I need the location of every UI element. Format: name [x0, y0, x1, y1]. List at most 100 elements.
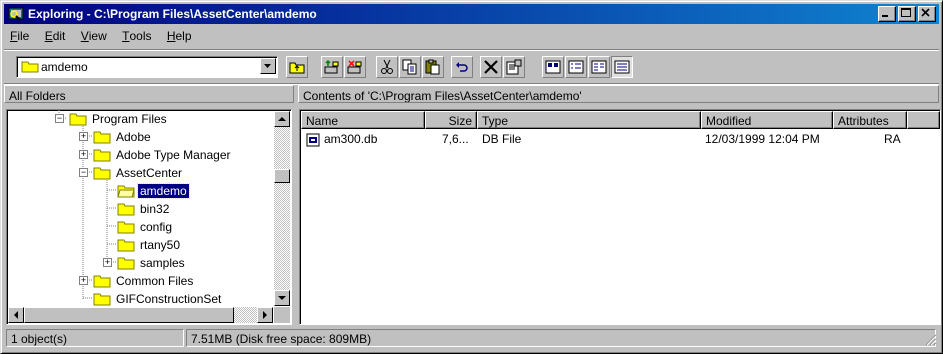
up-one-level-button[interactable]	[286, 56, 308, 78]
menu-file[interactable]: File	[4, 26, 35, 43]
tree-item-gifconstructionset[interactable]: GIFConstructionSet	[93, 290, 223, 308]
address-combo[interactable]: amdemo	[16, 56, 278, 78]
properties-icon	[506, 59, 522, 75]
details-view-button[interactable]	[611, 56, 633, 78]
folder-icon	[117, 203, 135, 216]
small-icons-button[interactable]	[565, 56, 587, 78]
disconnect-drive-button[interactable]	[344, 56, 366, 78]
file-list[interactable]: Name Size Type Modified Attributes am300…	[299, 109, 941, 325]
delete-icon	[484, 60, 498, 74]
cut-button[interactable]	[376, 56, 398, 78]
column-type[interactable]: Type	[477, 111, 701, 129]
tree-vertical-scrollbar[interactable]	[274, 111, 290, 306]
folder-open-icon	[117, 185, 135, 198]
menu-edit[interactable]: Edit	[39, 26, 72, 43]
file-modified: 12/03/1999 12:04 PM	[705, 132, 820, 146]
folder-icon	[117, 221, 135, 234]
explorer-window: Exploring - C:\Program Files\AssetCenter…	[0, 0, 943, 354]
scroll-corner	[274, 307, 290, 323]
cut-icon	[381, 59, 393, 74]
paste-icon	[425, 59, 440, 75]
menu-bar: File Edit View Tools Help	[4, 26, 939, 46]
minimize-icon	[882, 15, 888, 17]
status-object-count: 1 object(s)	[6, 329, 184, 347]
maximize-icon	[901, 8, 911, 17]
file-name: am300.db	[324, 132, 378, 146]
delete-button[interactable]	[480, 56, 502, 78]
folder-tree[interactable]: − Program Files + Adobe + Adobe Type Man…	[6, 109, 292, 325]
expand-adobe-type-manager[interactable]: +	[79, 150, 88, 159]
arrow-up-icon	[278, 117, 286, 121]
close-button[interactable]	[918, 6, 936, 22]
status-bar: 1 object(s) 7.51MB (Disk free space: 809…	[4, 329, 939, 349]
copy-icon	[402, 59, 417, 75]
map-drive-icon	[324, 59, 339, 74]
folder-icon	[93, 293, 111, 306]
folder-icon	[93, 131, 111, 144]
collapse-program-files[interactable]: −	[55, 114, 64, 123]
up-folder-icon	[289, 62, 305, 74]
scroll-down-button[interactable]	[274, 290, 290, 306]
address-dropdown-button[interactable]	[260, 58, 276, 74]
expand-common-files[interactable]: +	[79, 276, 88, 285]
hscroll-thumb[interactable]	[24, 307, 234, 323]
all-folders-header: All Folders	[4, 85, 294, 103]
map-network-drive-button[interactable]	[321, 56, 343, 78]
column-name[interactable]: Name	[301, 111, 425, 129]
file-attributes: RA	[884, 132, 901, 146]
toolbar: amdemo	[4, 49, 939, 85]
expand-samples[interactable]: +	[103, 258, 112, 267]
column-filler	[907, 111, 940, 129]
copy-button[interactable]	[399, 56, 421, 78]
window-title: Exploring - C:\Program Files\AssetCenter…	[28, 7, 317, 21]
tree-item-rtany50[interactable]: rtany50	[117, 236, 182, 254]
title-bar[interactable]: Exploring - C:\Program Files\AssetCenter…	[4, 4, 939, 24]
collapse-assetcenter[interactable]: −	[79, 168, 88, 177]
disconnect-drive-icon	[347, 60, 362, 74]
tree-item-program-files[interactable]: Program Files	[69, 110, 169, 128]
tree-horizontal-scrollbar[interactable]	[8, 307, 273, 323]
minimize-button[interactable]	[878, 6, 896, 22]
maximize-button[interactable]	[898, 6, 916, 22]
expand-adobe[interactable]: +	[79, 132, 88, 141]
scroll-thumb[interactable]	[274, 169, 290, 183]
menu-help[interactable]: Help	[161, 26, 198, 43]
tree-item-config[interactable]: config	[117, 218, 174, 236]
tree-item-assetcenter[interactable]: AssetCenter	[93, 164, 184, 182]
folder-icon	[117, 257, 135, 270]
status-size: 7.51MB (Disk free space: 809MB)	[186, 329, 936, 347]
folder-open-icon	[93, 167, 111, 180]
properties-button[interactable]	[503, 56, 525, 78]
contents-header: Contents of 'C:\Program Files\AssetCente…	[298, 85, 939, 103]
menu-view[interactable]: View	[75, 26, 113, 43]
tree-item-samples[interactable]: samples	[117, 254, 187, 272]
explorer-icon	[8, 7, 24, 21]
folder-icon	[93, 275, 111, 288]
tree-item-common-files[interactable]: Common Files	[93, 272, 195, 290]
resize-grip-icon[interactable]	[924, 333, 937, 346]
list-view-button[interactable]	[588, 56, 610, 78]
column-attributes[interactable]: Attributes	[833, 111, 907, 129]
scroll-up-button[interactable]	[274, 111, 290, 127]
arrow-right-icon	[263, 311, 267, 319]
details-icon	[614, 60, 630, 74]
large-icons-button[interactable]	[542, 56, 564, 78]
tree-item-bin32[interactable]: bin32	[117, 200, 171, 218]
column-modified[interactable]: Modified	[701, 111, 833, 129]
small-icons-icon	[568, 60, 584, 74]
menu-tools[interactable]: Tools	[116, 26, 157, 43]
tree-item-adobe-type-manager[interactable]: Adobe Type Manager	[93, 146, 233, 164]
arrow-left-icon	[14, 311, 18, 319]
tree-item-amdemo[interactable]: amdemo	[117, 182, 190, 200]
undo-button[interactable]	[451, 56, 473, 78]
column-size[interactable]: Size	[425, 111, 477, 129]
scroll-left-button[interactable]	[8, 307, 24, 323]
undo-icon	[456, 62, 468, 72]
tree-item-adobe[interactable]: Adobe	[93, 128, 153, 146]
scroll-right-button[interactable]	[257, 307, 273, 323]
folder-icon	[93, 149, 111, 162]
arrow-down-icon	[278, 296, 286, 300]
chevron-down-icon	[264, 64, 271, 68]
address-value: amdemo	[41, 60, 88, 74]
paste-button[interactable]	[422, 56, 444, 78]
